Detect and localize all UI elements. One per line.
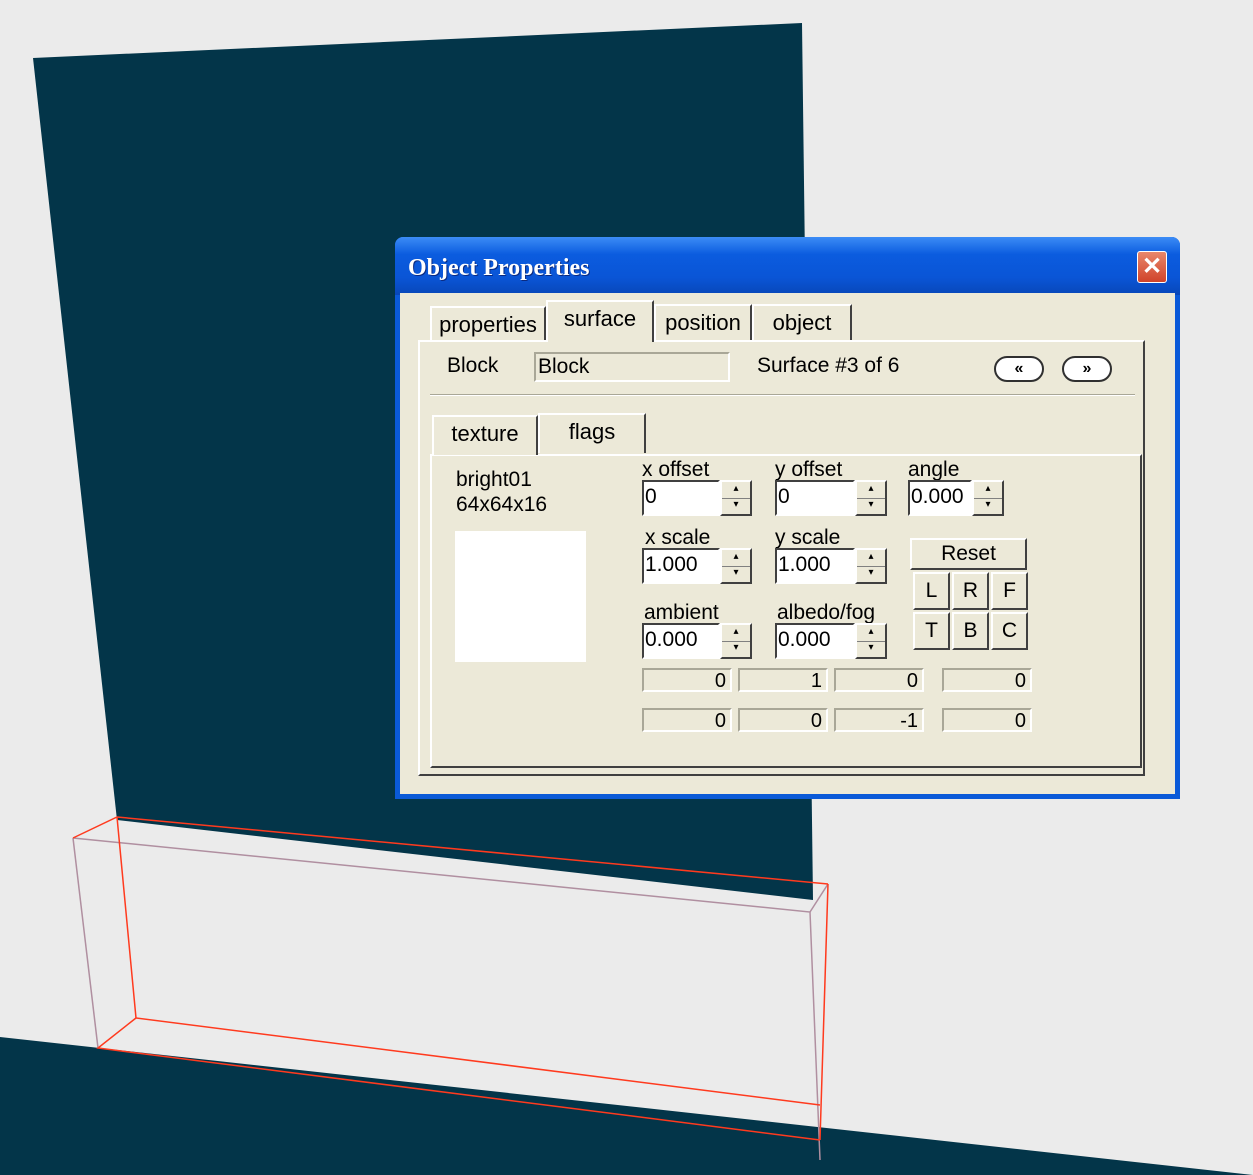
spin-down-icon[interactable]: ▾: [857, 566, 885, 582]
texture-dimensions: 64x64x16: [456, 493, 548, 516]
x-scale-input[interactable]: 1.000: [642, 548, 720, 584]
y-scale-label: y scale: [775, 526, 841, 549]
tab-surface[interactable]: surface: [546, 300, 654, 342]
texture-name: bright01: [456, 468, 532, 491]
close-button[interactable]: ✕: [1137, 251, 1167, 283]
vector-u-w: 0: [942, 668, 1032, 692]
tab-properties[interactable]: properties: [430, 306, 546, 342]
surface-panel: Block Block Surface #3 of 6 « » texture …: [418, 340, 1145, 776]
fit-button[interactable]: F: [991, 572, 1028, 610]
block-label: Block: [447, 354, 499, 377]
spin-down-icon[interactable]: ▾: [974, 498, 1002, 514]
spin-up-icon[interactable]: ▴: [722, 482, 750, 499]
y-scale-spinner[interactable]: ▴ ▾: [855, 548, 887, 584]
spin-up-icon[interactable]: ▴: [857, 625, 885, 642]
angle-input[interactable]: 0.000: [908, 480, 972, 516]
angle-spinner[interactable]: ▴ ▾: [972, 480, 1004, 516]
tab-position[interactable]: position: [654, 304, 752, 340]
y-offset-spinner[interactable]: ▴ ▾: [855, 480, 887, 516]
vector-v-y: 0: [738, 708, 828, 732]
vector-u-z: 0: [834, 668, 924, 692]
x-offset-label: x offset: [642, 458, 710, 481]
x-scale-spinner[interactable]: ▴ ▾: [720, 548, 752, 584]
vector-v-x: 0: [642, 708, 732, 732]
spin-down-icon[interactable]: ▾: [722, 641, 750, 657]
object-properties-window[interactable]: Object Properties ✕ properties surface p…: [395, 237, 1180, 799]
spin-down-icon[interactable]: ▾: [857, 498, 885, 514]
y-offset-input[interactable]: 0: [775, 480, 855, 516]
vector-v-w: 0: [942, 708, 1032, 732]
align-top-button[interactable]: T: [913, 612, 950, 650]
spin-up-icon[interactable]: ▴: [722, 625, 750, 642]
surface-counter: Surface #3 of 6: [757, 354, 900, 377]
next-surface-button[interactable]: »: [1062, 356, 1112, 382]
center-button[interactable]: C: [991, 612, 1028, 650]
spin-up-icon[interactable]: ▴: [857, 482, 885, 499]
x-offset-input[interactable]: 0: [642, 480, 720, 516]
subtab-texture[interactable]: texture: [432, 415, 538, 455]
spin-up-icon[interactable]: ▴: [722, 550, 750, 567]
x-offset-spinner[interactable]: ▴ ▾: [720, 480, 752, 516]
x-scale-label: x scale: [645, 526, 711, 549]
align-left-button[interactable]: L: [913, 572, 950, 610]
spin-down-icon[interactable]: ▾: [722, 566, 750, 582]
window-client: properties surface position object Block…: [400, 293, 1175, 794]
spin-up-icon[interactable]: ▴: [857, 550, 885, 567]
reset-button[interactable]: Reset: [910, 538, 1027, 570]
prev-surface-button[interactable]: «: [994, 356, 1044, 382]
texture-panel: bright01 64x64x16 x offset 0 ▴ ▾ y offset…: [430, 454, 1142, 768]
vector-u-x: 0: [642, 668, 732, 692]
separator: [430, 394, 1135, 396]
spin-down-icon[interactable]: ▾: [857, 641, 885, 657]
ambient-spinner[interactable]: ▴ ▾: [720, 623, 752, 659]
spin-down-icon[interactable]: ▾: [722, 498, 750, 514]
y-offset-label: y offset: [775, 458, 843, 481]
subtab-flags[interactable]: flags: [538, 413, 646, 453]
y-scale-input[interactable]: 1.000: [775, 548, 855, 584]
align-bottom-button[interactable]: B: [952, 612, 989, 650]
spin-up-icon[interactable]: ▴: [974, 482, 1002, 499]
albedo-fog-spinner[interactable]: ▴ ▾: [855, 623, 887, 659]
ambient-input[interactable]: 0.000: [642, 623, 720, 659]
texture-preview: [455, 531, 586, 662]
ambient-label: ambient: [644, 601, 719, 624]
align-right-button[interactable]: R: [952, 572, 989, 610]
tab-object[interactable]: object: [752, 304, 852, 340]
vector-u-y: 1: [738, 668, 828, 692]
albedo-fog-input[interactable]: 0.000: [775, 623, 855, 659]
block-name-field: Block: [534, 352, 730, 382]
angle-label: angle: [908, 458, 960, 481]
title-bar[interactable]: Object Properties ✕: [395, 237, 1180, 295]
albedo-fog-label: albedo/fog: [777, 601, 876, 624]
vector-v-z: -1: [834, 708, 924, 732]
floor-surface[interactable]: [0, 1037, 1253, 1175]
window-title: Object Properties: [408, 255, 590, 281]
